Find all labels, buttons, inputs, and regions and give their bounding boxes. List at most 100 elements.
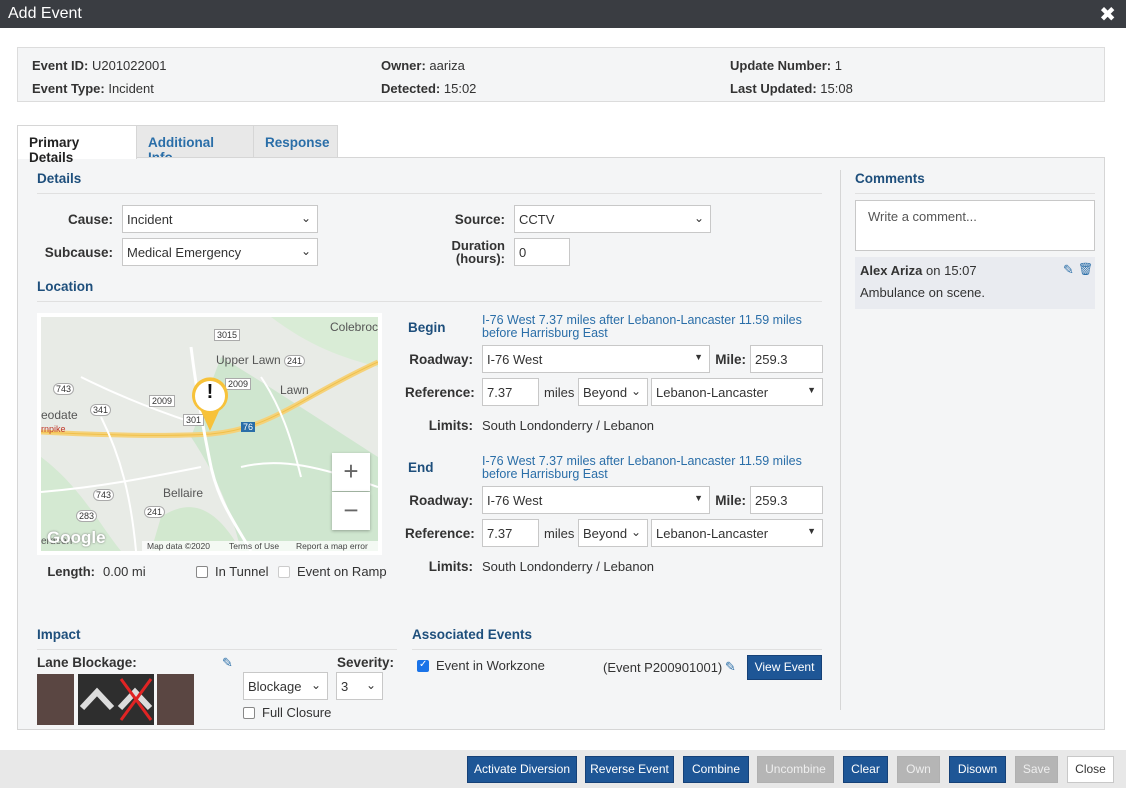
- pencil-icon[interactable]: ✎: [1063, 262, 1074, 278]
- tab-additional-info[interactable]: Additional Info: [136, 125, 254, 165]
- begin-limits-value: South Londonderry / Lebanon: [482, 418, 655, 433]
- map-attribution: Map data ©2020 Terms of Use Report a map…: [142, 541, 378, 551]
- begin-direction-select[interactable]: Beyond ⌄: [578, 378, 648, 406]
- incident-marker-icon[interactable]: !: [189, 375, 231, 433]
- end-mile-input[interactable]: 259.3: [750, 486, 823, 514]
- end-landmark-select[interactable]: Lebanon-Lancaster ▼: [651, 519, 823, 547]
- event-on-ramp-checkbox[interactable]: [278, 566, 290, 578]
- subcause-select[interactable]: Medical Emergency ⌄: [122, 238, 318, 266]
- end-reference-input[interactable]: 7.37: [482, 519, 539, 547]
- end-roadway-label: Roadway:: [409, 493, 473, 508]
- end-direction-select[interactable]: Beyond ⌄: [578, 519, 648, 547]
- divider: [37, 301, 822, 302]
- map-label: Colebroc: [330, 320, 379, 334]
- cause-label: Cause:: [67, 212, 113, 227]
- begin-roadway-select[interactable]: I-76 West ▼: [482, 345, 710, 373]
- pencil-icon[interactable]: ✎: [725, 659, 736, 675]
- clear-button[interactable]: Clear: [843, 756, 888, 783]
- associated-events-title: Associated Events: [412, 627, 533, 642]
- view-event-button[interactable]: View Event: [747, 655, 822, 680]
- workzone-checkbox[interactable]: [417, 659, 429, 672]
- map-label: 3015: [214, 329, 241, 341]
- zoom-out-button[interactable]: −: [332, 492, 370, 530]
- caret-down-icon: ▼: [807, 385, 816, 395]
- title-bar: Add Event ✖: [0, 0, 1126, 28]
- end-limits-label: Limits:: [428, 559, 473, 574]
- associated-event-ref: (Event P200901001): [603, 660, 723, 675]
- lane-blockage-label: Lane Blockage:: [37, 655, 137, 670]
- lane-blockage-graphic[interactable]: [78, 674, 154, 725]
- caret-down-icon: ▼: [694, 352, 703, 362]
- divider: [855, 193, 1095, 194]
- severity-select[interactable]: 3 ⌄: [336, 672, 383, 700]
- interstate-shield: 76: [241, 422, 256, 432]
- save-button[interactable]: Save: [1015, 756, 1058, 783]
- begin-description-link[interactable]: I-76 West 7.37 miles after Lebanon-Lanca…: [482, 314, 822, 340]
- map-label: Bellaire: [163, 486, 204, 500]
- map-label: 743: [93, 489, 115, 501]
- activate-diversion-button[interactable]: Activate Diversion: [467, 756, 577, 783]
- begin-miles-label: miles: [544, 385, 575, 400]
- duration-label: Duration (hours):: [451, 238, 505, 266]
- tab-response[interactable]: Response: [253, 125, 338, 158]
- combine-button[interactable]: Combine: [683, 756, 749, 783]
- owner: Owner: aariza: [381, 58, 465, 73]
- comment-text: Ambulance on scene.: [860, 285, 986, 300]
- chevron-down-icon: ⌄: [630, 525, 641, 539]
- details-title: Details: [37, 171, 82, 186]
- trash-icon[interactable]: 🗑: [1078, 262, 1093, 276]
- begin-title: Begin: [408, 320, 446, 335]
- uncombine-button[interactable]: Uncombine: [757, 756, 834, 783]
- event-id: Event ID: U201022001: [32, 58, 167, 73]
- full-closure-checkbox[interactable]: [243, 707, 255, 719]
- source-select[interactable]: CCTV ⌄: [514, 205, 711, 233]
- disown-button[interactable]: Disown: [949, 756, 1006, 783]
- begin-reference-label: Reference:: [405, 385, 475, 400]
- length-label: Length:: [47, 564, 95, 579]
- close-icon[interactable]: ✖: [1099, 2, 1116, 27]
- in-tunnel-checkbox[interactable]: [196, 566, 208, 578]
- end-description-link[interactable]: I-76 West 7.37 miles after Lebanon-Lanca…: [482, 455, 822, 481]
- comment-item: Alex Ariza on 15:07 ✎ 🗑 Ambulance on sce…: [855, 257, 1095, 309]
- event-type: Event Type: Incident: [32, 81, 154, 96]
- comment-author: Alex Ariza: [860, 263, 923, 278]
- comments-title: Comments: [855, 171, 925, 186]
- begin-mile-label: Mile:: [715, 352, 746, 367]
- severity-label: Severity:: [337, 655, 395, 670]
- full-closure-label: Full Closure: [262, 705, 332, 720]
- update-number: Update Number: 1: [730, 58, 842, 73]
- chevron-down-icon: ⌄: [310, 678, 321, 692]
- divider: [840, 170, 841, 710]
- google-logo: Google: [47, 528, 106, 547]
- location-map[interactable]: Colebroc 3015 Upper Lawn 241 743 2009 La…: [37, 313, 382, 555]
- length-value: 0.00 mi: [103, 564, 146, 579]
- map-label: 241: [144, 506, 166, 518]
- duration-input[interactable]: 0: [514, 238, 570, 266]
- impact-title: Impact: [37, 627, 81, 642]
- own-button[interactable]: Own: [897, 756, 940, 783]
- begin-landmark-select[interactable]: Lebanon-Lancaster ▼: [651, 378, 823, 406]
- shoulder-lane[interactable]: [37, 674, 74, 725]
- blockage-select[interactable]: Blockage ⌄: [243, 672, 328, 700]
- reverse-event-button[interactable]: Reverse Event: [585, 756, 674, 783]
- end-roadway-select[interactable]: I-76 West ▼: [482, 486, 710, 514]
- begin-mile-input[interactable]: 259.3: [750, 345, 823, 373]
- map-label: 241: [284, 355, 306, 367]
- map-label: eodate: [41, 408, 78, 422]
- end-miles-label: miles: [544, 526, 575, 541]
- comment-input[interactable]: Write a comment...: [855, 200, 1095, 251]
- cause-select[interactable]: Incident ⌄: [122, 205, 318, 233]
- shoulder-lane[interactable]: [157, 674, 194, 725]
- report-map-error-link[interactable]: Report a map error: [296, 541, 368, 551]
- tab-primary-details[interactable]: Primary Details: [17, 125, 137, 165]
- close-button[interactable]: Close: [1067, 756, 1114, 783]
- zoom-in-button[interactable]: +: [332, 453, 370, 491]
- terms-link[interactable]: Terms of Use: [229, 541, 279, 551]
- map-label: rnpike: [41, 424, 66, 434]
- pencil-icon[interactable]: ✎: [222, 655, 233, 671]
- divider: [37, 649, 397, 650]
- begin-reference-input[interactable]: 7.37: [482, 378, 539, 406]
- last-updated: Last Updated: 15:08: [730, 81, 853, 96]
- end-limits-value: South Londonderry / Lebanon: [482, 559, 655, 574]
- map-label: Lawn: [280, 383, 309, 397]
